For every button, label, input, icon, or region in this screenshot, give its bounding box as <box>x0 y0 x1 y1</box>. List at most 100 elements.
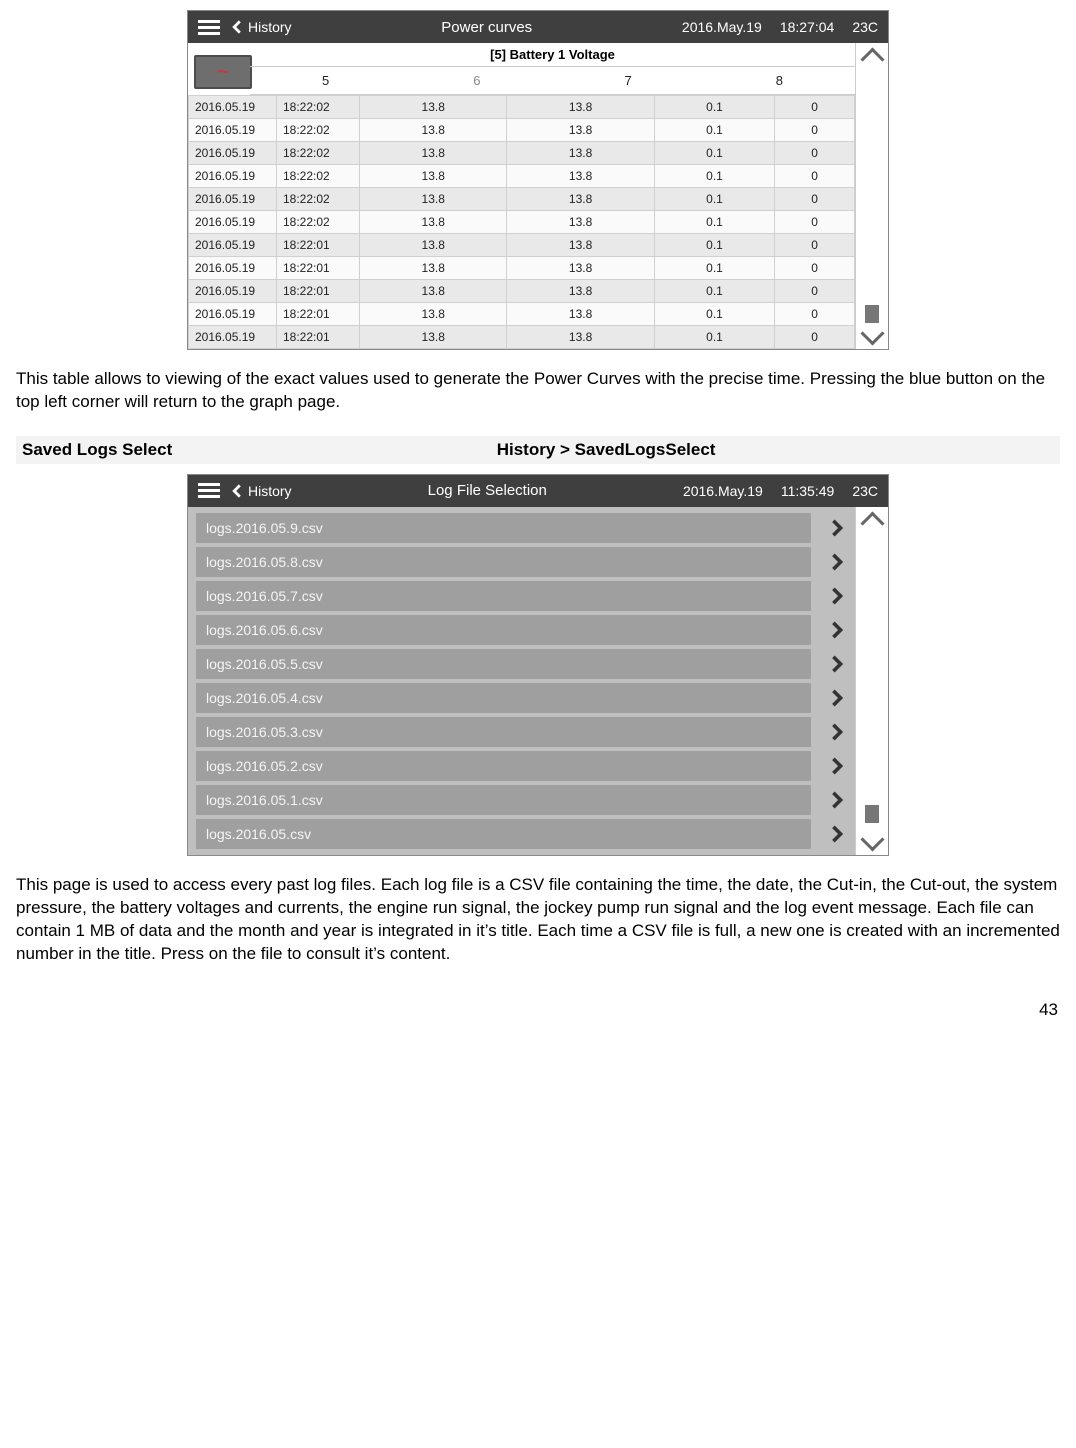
scroll-down-icon[interactable] <box>862 829 882 849</box>
section-title: Saved Logs Select <box>22 440 497 460</box>
log-file-item[interactable]: logs.2016.05.8.csv <box>196 547 811 577</box>
chevron-right-icon[interactable] <box>828 649 846 679</box>
chevron-right-icon[interactable] <box>828 513 846 543</box>
chevron-right-icon[interactable] <box>828 547 846 577</box>
cell-value: 0.1 <box>654 257 774 280</box>
table-row: 2016.05.1918:22:0113.813.80.10 <box>189 234 855 257</box>
scrollbar-thumb[interactable] <box>865 805 879 823</box>
cell-date: 2016.05.19 <box>189 326 277 349</box>
column-headers: 5678 <box>250 66 855 95</box>
log-file-item[interactable]: logs.2016.05.6.csv <box>196 615 811 645</box>
chevron-right-icon[interactable] <box>828 819 846 849</box>
column-header[interactable]: 7 <box>553 67 704 94</box>
topbar-time: 11:35:49 <box>781 483 834 499</box>
graph-toggle-button[interactable]: ~ <box>194 55 252 89</box>
cell-date: 2016.05.19 <box>189 303 277 326</box>
cell-value: 13.8 <box>507 303 654 326</box>
cell-value: 13.8 <box>360 303 507 326</box>
column-header[interactable]: 5 <box>250 67 401 94</box>
topbar-temp: 23C <box>852 483 878 499</box>
back-label[interactable]: History <box>248 19 292 35</box>
cell-date: 2016.05.19 <box>189 257 277 280</box>
cell-date: 2016.05.19 <box>189 119 277 142</box>
table-row: 2016.05.1918:22:0113.813.80.10 <box>189 303 855 326</box>
data-table: 2016.05.1918:22:0213.813.80.102016.05.19… <box>188 95 855 349</box>
cell-value: 13.8 <box>507 188 654 211</box>
cell-value: 13.8 <box>360 326 507 349</box>
log-file-item[interactable]: logs.2016.05.csv <box>196 819 811 849</box>
log-file-item[interactable]: logs.2016.05.9.csv <box>196 513 811 543</box>
chevron-right-icon[interactable] <box>828 717 846 747</box>
cell-value: 13.8 <box>360 234 507 257</box>
column-header[interactable]: 8 <box>704 67 855 94</box>
log-file-item[interactable]: logs.2016.05.1.csv <box>196 785 811 815</box>
cell-value: 13.8 <box>360 188 507 211</box>
paragraph-2: This page is used to access every past l… <box>16 874 1060 966</box>
cell-value: 0.1 <box>654 234 774 257</box>
cell-value: 13.8 <box>360 96 507 119</box>
cell-date: 2016.05.19 <box>189 234 277 257</box>
log-file-item[interactable]: logs.2016.05.4.csv <box>196 683 811 713</box>
cell-value: 13.8 <box>360 165 507 188</box>
page-title: Log File Selection <box>292 482 683 499</box>
column-header[interactable]: 6 <box>401 67 552 94</box>
topbar: History Log File Selection 2016.May.19 1… <box>188 475 888 507</box>
cell-time: 18:22:02 <box>277 142 360 165</box>
scroll-down-icon[interactable] <box>862 323 882 343</box>
chevron-right-icon[interactable] <box>828 751 846 781</box>
scrollbar[interactable] <box>855 507 888 855</box>
cell-time: 18:22:01 <box>277 303 360 326</box>
back-icon[interactable] <box>230 20 244 34</box>
chevron-right-icon[interactable] <box>828 581 846 611</box>
cell-value: 13.8 <box>507 119 654 142</box>
cell-value: 0 <box>775 211 855 234</box>
cell-value: 0.1 <box>654 303 774 326</box>
cell-value: 0 <box>775 280 855 303</box>
cell-time: 18:22:01 <box>277 257 360 280</box>
back-label[interactable]: History <box>248 483 292 499</box>
cell-date: 2016.05.19 <box>189 280 277 303</box>
log-file-item[interactable]: logs.2016.05.3.csv <box>196 717 811 747</box>
chevron-right-icon[interactable] <box>828 615 846 645</box>
cell-value: 13.8 <box>360 280 507 303</box>
cell-value: 13.8 <box>360 142 507 165</box>
topbar-temp: 23C <box>852 19 878 35</box>
cell-value: 13.8 <box>507 234 654 257</box>
scroll-up-icon[interactable] <box>862 49 882 69</box>
table-row: 2016.05.1918:22:0113.813.80.10 <box>189 326 855 349</box>
back-icon[interactable] <box>230 484 244 498</box>
data-subtitle: [5] Battery 1 Voltage <box>250 43 855 66</box>
log-file-item[interactable]: logs.2016.05.2.csv <box>196 751 811 781</box>
page-title: Power curves <box>292 19 682 36</box>
cell-time: 18:22:02 <box>277 96 360 119</box>
log-file-item[interactable]: logs.2016.05.7.csv <box>196 581 811 611</box>
cell-value: 0.1 <box>654 211 774 234</box>
table-row: 2016.05.1918:22:0213.813.80.10 <box>189 211 855 234</box>
cell-date: 2016.05.19 <box>189 211 277 234</box>
cell-value: 0 <box>775 257 855 280</box>
chevron-right-icon[interactable] <box>828 683 846 713</box>
scrollbar[interactable] <box>855 43 888 349</box>
cell-value: 13.8 <box>507 211 654 234</box>
topbar: History Power curves 2016.May.19 18:27:0… <box>188 11 888 43</box>
cell-time: 18:22:02 <box>277 188 360 211</box>
chevron-right-icon[interactable] <box>828 785 846 815</box>
cell-value: 13.8 <box>507 326 654 349</box>
scroll-up-icon[interactable] <box>862 513 882 533</box>
cell-value: 13.8 <box>360 119 507 142</box>
menu-icon[interactable] <box>198 20 220 35</box>
cell-value: 13.8 <box>507 142 654 165</box>
menu-icon[interactable] <box>198 483 220 498</box>
cell-value: 0 <box>775 303 855 326</box>
cell-time: 18:22:02 <box>277 211 360 234</box>
cell-value: 0 <box>775 96 855 119</box>
cell-value: 0.1 <box>654 165 774 188</box>
cell-value: 0.1 <box>654 96 774 119</box>
cell-time: 18:22:01 <box>277 280 360 303</box>
log-file-item[interactable]: logs.2016.05.5.csv <box>196 649 811 679</box>
cell-value: 0.1 <box>654 142 774 165</box>
cell-value: 0 <box>775 188 855 211</box>
cell-date: 2016.05.19 <box>189 165 277 188</box>
section-path: History > SavedLogsSelect <box>497 440 1054 460</box>
power-curves-screenshot: History Power curves 2016.May.19 18:27:0… <box>187 10 889 350</box>
